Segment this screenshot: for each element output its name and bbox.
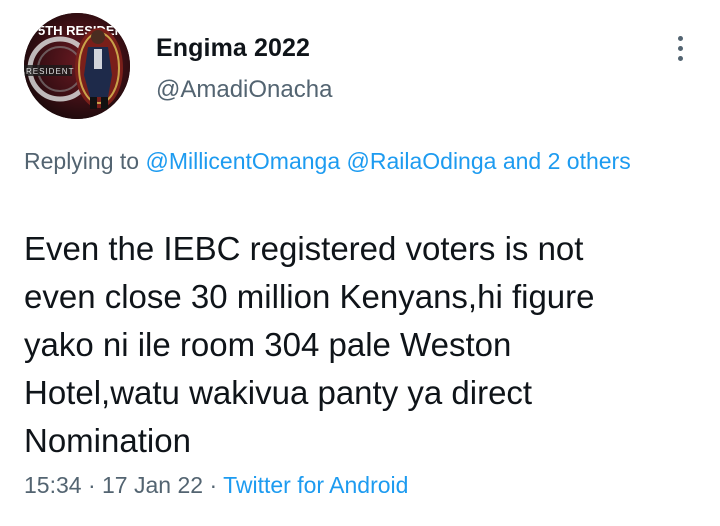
tweet-date[interactable]: 17 Jan 22 bbox=[102, 472, 203, 498]
avatar-image: 5TH RESIDENT RESIDENT bbox=[24, 13, 130, 119]
svg-text:RESIDENT: RESIDENT bbox=[26, 67, 74, 76]
replying-to-label: Replying to bbox=[24, 148, 140, 174]
meta-separator: · bbox=[87, 472, 96, 498]
more-vertical-icon bbox=[677, 55, 683, 61]
svg-text:5TH RESIDENT: 5TH RESIDENT bbox=[38, 23, 130, 38]
mention-others[interactable]: and 2 others bbox=[503, 148, 631, 174]
tweet-meta: 15:34 · 17 Jan 22 · Twitter for Android bbox=[24, 472, 408, 499]
mention-millicentomanga[interactable]: @MillicentOmanga bbox=[145, 148, 340, 174]
tweet-source-link[interactable]: Twitter for Android bbox=[223, 472, 408, 498]
meta-separator: · bbox=[209, 472, 218, 498]
reply-context: Replying to @MillicentOmanga @RailaOding… bbox=[24, 145, 664, 178]
author-handle[interactable]: @AmadiOnacha bbox=[156, 76, 332, 104]
tweet-time[interactable]: 15:34 bbox=[24, 472, 82, 498]
tweet-line: Even the IEBC registered voters is not bbox=[24, 230, 584, 267]
tweet-line: Nomination bbox=[24, 422, 191, 459]
more-vertical-icon bbox=[677, 45, 683, 51]
tweet-line: Hotel,watu wakivua panty ya direct bbox=[24, 374, 533, 411]
more-options-button[interactable] bbox=[664, 30, 696, 66]
tweet-line: yako ni ile room 304 pale Weston bbox=[24, 326, 512, 363]
tweet-line: even close 30 million Kenyans,hi figure bbox=[24, 278, 595, 315]
tweet-text: Even the IEBC registered voters is not ev… bbox=[24, 225, 696, 465]
author-display-name[interactable]: Engima 2022 bbox=[156, 34, 310, 63]
author-avatar[interactable]: 5TH RESIDENT RESIDENT bbox=[24, 13, 130, 119]
mention-railaodinga[interactable]: @RailaOdinga bbox=[347, 148, 497, 174]
more-vertical-icon bbox=[677, 35, 683, 41]
tweet-card: 5TH RESIDENT RESIDENT Engima 2022 @Amadi… bbox=[0, 0, 720, 526]
